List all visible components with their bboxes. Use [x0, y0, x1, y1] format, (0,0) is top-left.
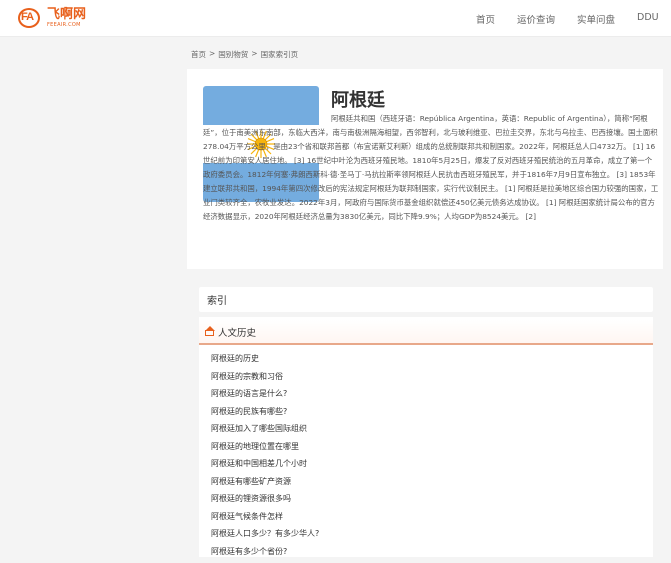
- list-item[interactable]: 阿根廷的民族有哪些?: [211, 403, 319, 421]
- list-item[interactable]: 阿根廷有多少个省份?: [211, 543, 319, 561]
- country-title: 阿根廷: [331, 90, 385, 111]
- nav-freight-query[interactable]: 运价查询: [517, 12, 555, 26]
- list-item[interactable]: 阿根廷的语言是什么?: [211, 385, 319, 403]
- nav-ddu[interactable]: DDU: [637, 12, 659, 23]
- country-description: 阿根廷共和国（西班牙语：República Argentina，英语：Repub…: [203, 114, 659, 221]
- list-item[interactable]: 阿根廷的地理位置在哪里: [211, 438, 319, 456]
- category-panel: 人文历史 阿根廷的历史 阿根廷的宗教和习俗 阿根廷的语言是什么? 阿根廷的民族有…: [199, 317, 653, 557]
- logo-mark-icon: FA: [18, 7, 44, 29]
- list-item[interactable]: 阿根廷加入了哪些国际组织: [211, 420, 319, 438]
- list-item[interactable]: 阿根廷的历史: [211, 350, 319, 368]
- list-item[interactable]: 阿根廷和中国相差几个小时: [211, 455, 319, 473]
- list-item[interactable]: 阿根廷气候条件怎样: [211, 508, 319, 526]
- home-icon: [204, 326, 215, 337]
- list-item[interactable]: 阿根廷的锂资源很多吗: [211, 490, 319, 508]
- index-list: 阿根廷的历史 阿根廷的宗教和习俗 阿根廷的语言是什么? 阿根廷的民族有哪些? 阿…: [211, 350, 319, 560]
- list-item[interactable]: 阿根廷的宗教和习俗: [211, 368, 319, 386]
- country-card: 阿根廷 阿根廷共和国（西班牙语：República Argentina，英语：R…: [187, 69, 663, 269]
- index-label: 索引: [207, 296, 227, 307]
- index-header: 索引: [199, 287, 653, 312]
- breadcrumb-current: 国家索引页: [260, 50, 299, 59]
- breadcrumb-trade[interactable]: 国别物贸: [218, 49, 248, 60]
- list-item[interactable]: 阿根廷有哪些矿产资源: [211, 473, 319, 491]
- logo-domain: FEEAIR.COM: [47, 22, 81, 28]
- nav-home[interactable]: 首页: [476, 12, 495, 26]
- breadcrumb-separator: >: [209, 49, 216, 58]
- breadcrumb-separator: >: [251, 49, 258, 58]
- site-logo[interactable]: FA 飞啊网 FEEAIR.COM: [18, 7, 86, 33]
- category-header: 人文历史: [199, 320, 653, 345]
- breadcrumb: 首页 > 国别物贸 > 国家索引页: [191, 49, 298, 60]
- breadcrumb-home[interactable]: 首页: [191, 49, 206, 60]
- list-item[interactable]: 阿根廷人口多少？有多少华人?: [211, 525, 319, 543]
- logo-name: 飞啊网: [47, 7, 87, 22]
- nav-order-inquiry[interactable]: 实单问盘: [577, 12, 615, 26]
- category-title: 人文历史: [218, 327, 257, 339]
- top-navigation-bar: FA 飞啊网 FEEAIR.COM 首页 运价查询 实单问盘 DDU: [0, 0, 671, 37]
